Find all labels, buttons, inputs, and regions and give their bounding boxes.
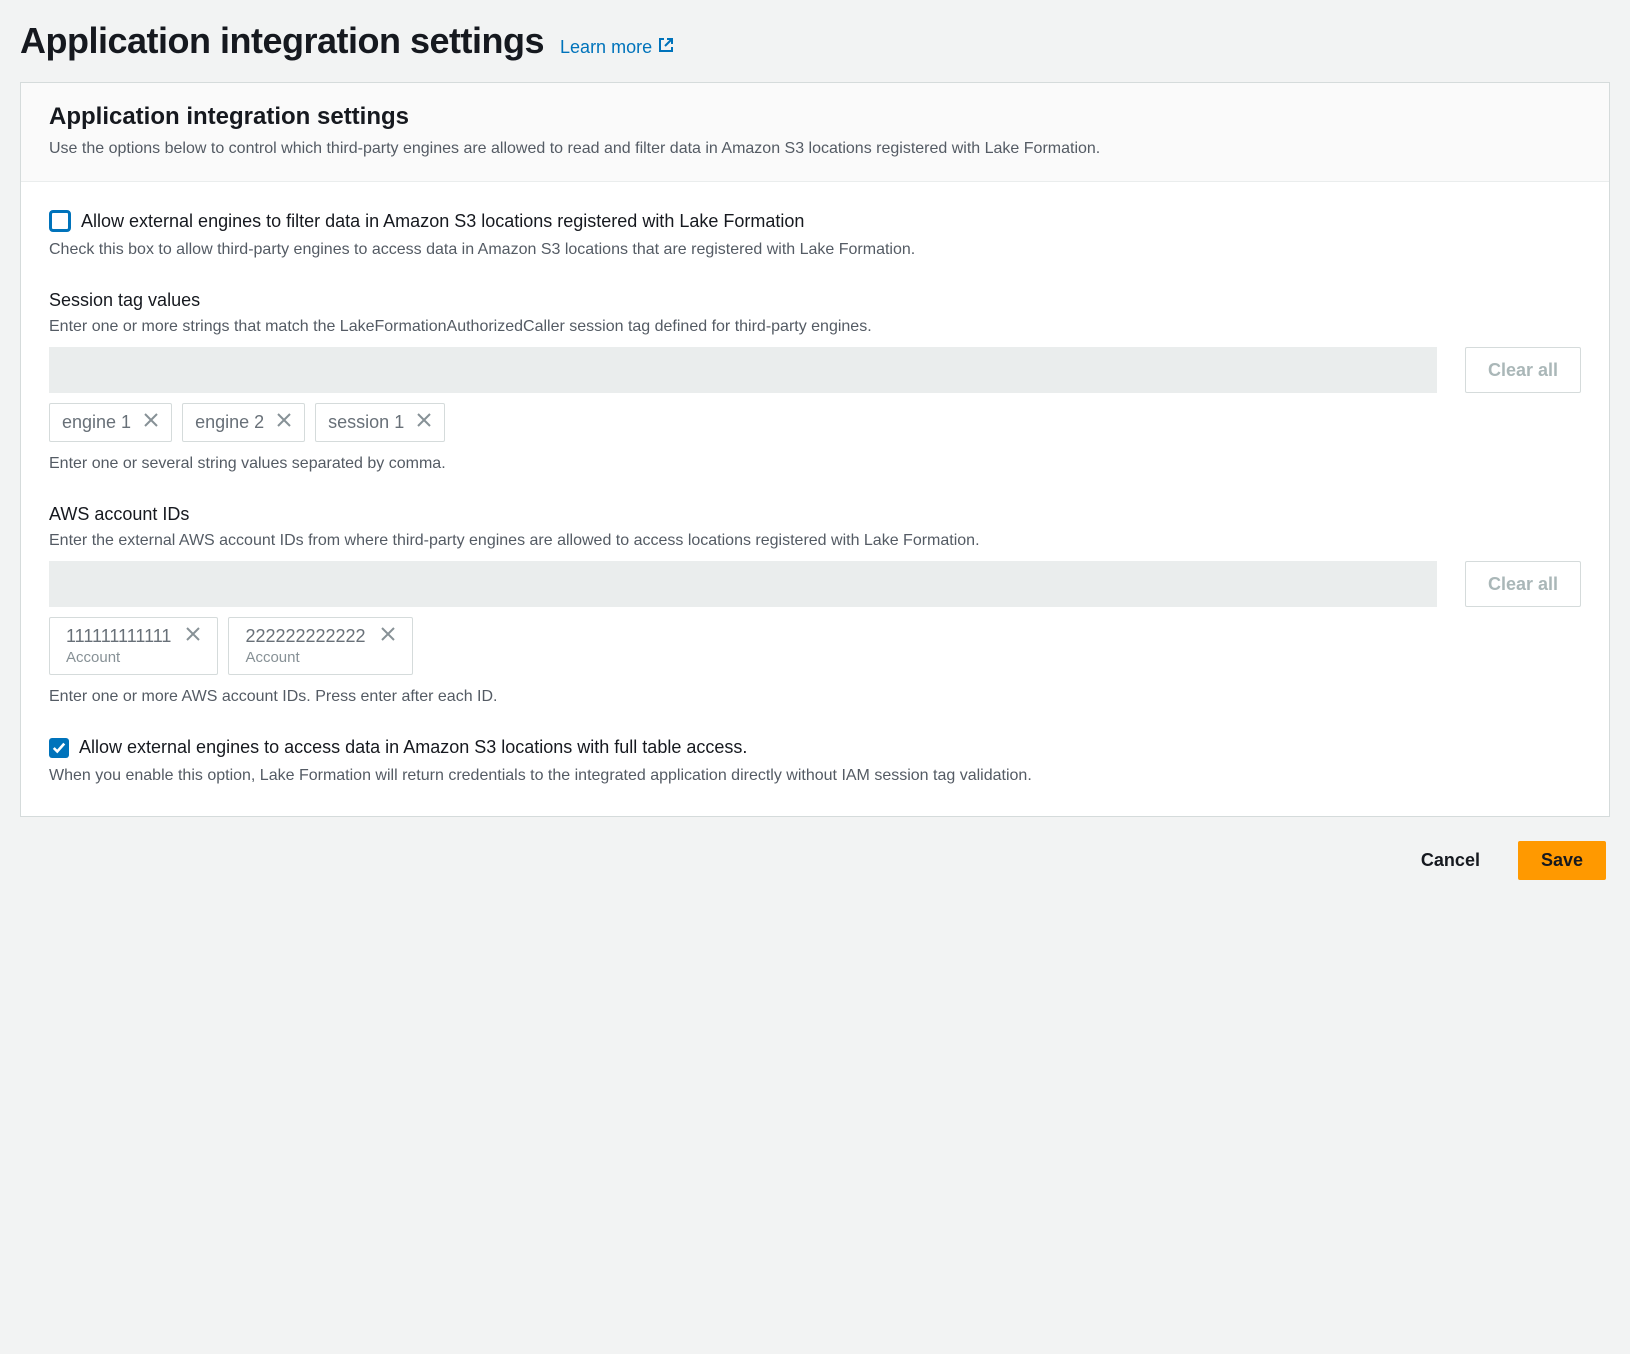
session-tag-label: engine 2 <box>195 412 264 433</box>
allow-filter-group: Allow external engines to filter data in… <box>49 210 1581 262</box>
remove-tag-icon[interactable] <box>143 412 159 433</box>
session-tag-label: engine 1 <box>62 412 131 433</box>
full-access-checkbox[interactable] <box>49 738 69 758</box>
account-ids-label: AWS account IDs <box>49 504 1581 525</box>
remove-account-icon[interactable] <box>380 626 396 647</box>
full-access-help: When you enable this option, Lake Format… <box>49 764 1581 788</box>
account-ids-help-bottom: Enter one or more AWS account IDs. Press… <box>49 685 1581 709</box>
full-access-group: Allow external engines to access data in… <box>49 737 1581 788</box>
panel-header: Application integration settings Use the… <box>21 83 1609 182</box>
panel-title: Application integration settings <box>49 103 1581 131</box>
session-tag-item: engine 2 <box>182 403 305 442</box>
remove-tag-icon[interactable] <box>416 412 432 433</box>
session-tag-item: session 1 <box>315 403 445 442</box>
account-id-value: 222222222222 <box>245 626 365 647</box>
full-access-label: Allow external engines to access data in… <box>79 737 747 758</box>
learn-more-link[interactable]: Learn more <box>560 37 674 58</box>
account-ids-help-top: Enter the external AWS account IDs from … <box>49 529 1581 553</box>
account-id-item: 222222222222 Account <box>228 617 412 675</box>
settings-panel: Application integration settings Use the… <box>20 82 1610 817</box>
external-link-icon <box>658 37 674 58</box>
session-tag-item: engine 1 <box>49 403 172 442</box>
session-tags-clear-all-button[interactable]: Clear all <box>1465 347 1581 393</box>
session-tags-group: Session tag values Enter one or more str… <box>49 290 1581 476</box>
panel-body: Allow external engines to filter data in… <box>21 182 1609 816</box>
save-button[interactable]: Save <box>1518 841 1606 880</box>
account-ids-input[interactable] <box>49 561 1437 607</box>
account-sublabel: Account <box>245 649 299 666</box>
session-tags-label: Session tag values <box>49 290 1581 311</box>
account-sublabel: Account <box>66 649 120 666</box>
account-id-item: 111111111111 Account <box>49 617 218 675</box>
allow-filter-checkbox[interactable] <box>49 210 71 232</box>
account-ids-list: 111111111111 Account 222222222222 A <box>49 617 1581 675</box>
account-ids-clear-all-button[interactable]: Clear all <box>1465 561 1581 607</box>
cancel-button[interactable]: Cancel <box>1399 841 1502 880</box>
footer-actions: Cancel Save <box>20 841 1610 880</box>
session-tag-label: session 1 <box>328 412 404 433</box>
panel-description: Use the options below to control which t… <box>49 137 1581 161</box>
session-tags-help-bottom: Enter one or several string values separ… <box>49 452 1581 476</box>
session-tags-help-top: Enter one or more strings that match the… <box>49 315 1581 339</box>
allow-filter-help: Check this box to allow third-party engi… <box>49 238 1581 262</box>
account-ids-group: AWS account IDs Enter the external AWS a… <box>49 504 1581 709</box>
learn-more-label: Learn more <box>560 37 652 58</box>
session-tags-input[interactable] <box>49 347 1437 393</box>
remove-tag-icon[interactable] <box>276 412 292 433</box>
page-header: Application integration settings Learn m… <box>20 20 1610 62</box>
page-title: Application integration settings <box>20 20 544 62</box>
session-tags-list: engine 1 engine 2 session 1 <box>49 403 1581 442</box>
account-id-value: 111111111111 <box>66 626 171 647</box>
allow-filter-label: Allow external engines to filter data in… <box>81 211 804 232</box>
remove-account-icon[interactable] <box>185 626 201 647</box>
